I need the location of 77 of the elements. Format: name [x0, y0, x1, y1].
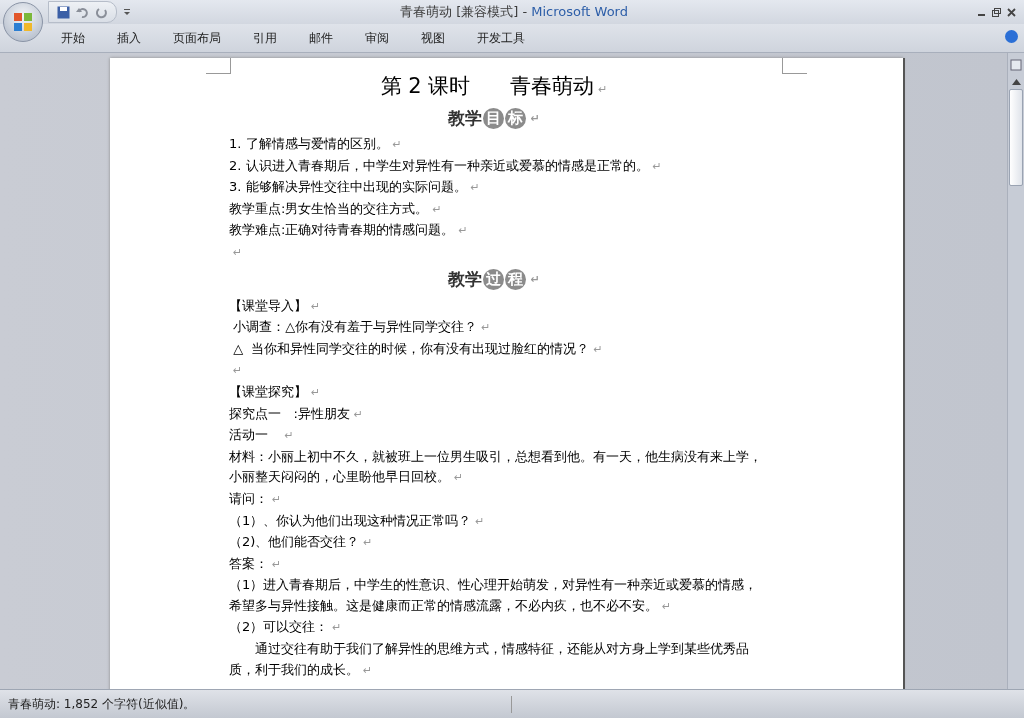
section-heading: 教学: [448, 268, 483, 292]
save-icon[interactable]: [57, 5, 70, 19]
body-text: 2. 认识进入青春期后，中学生对异性有一种亲近或爱慕的情感是正常的。: [229, 157, 649, 173]
paragraph-mark: ↵: [481, 321, 491, 335]
ribbon-tab[interactable]: 邮件: [296, 26, 346, 50]
body-text: 教学重点:男女生恰当的交往方式。: [229, 200, 429, 216]
body-text: 【课堂导入】: [229, 297, 307, 313]
document-title: 第 2 课时 青春萌动: [380, 74, 595, 98]
body-text: （1）、你认为他们出现这种情况正常吗？: [229, 512, 472, 528]
paragraph-mark: ↵: [475, 514, 485, 528]
body-text: 教学难点:正确对待青春期的情感问题。: [229, 222, 455, 238]
circled-heading-char: 标: [505, 107, 527, 129]
ribbon-tab[interactable]: 引用: [240, 26, 290, 50]
close-icon[interactable]: [1007, 7, 1016, 17]
paragraph-mark: ↵: [458, 224, 468, 238]
paragraph-mark: ↵: [233, 245, 243, 259]
section-heading: 教学: [448, 106, 483, 130]
paragraph-mark: ↵: [332, 621, 342, 635]
paragraph-mark: ↵: [652, 159, 662, 173]
paragraph-mark: ↵: [353, 407, 363, 421]
scroll-thumb[interactable]: [1009, 89, 1023, 186]
word-count: 青春萌动: 1,852 个字符(近似值)。: [0, 695, 512, 713]
paragraph-mark: ↵: [392, 138, 402, 151]
body-text: 【课堂探究】: [229, 383, 307, 399]
paragraph-mark: ↵: [363, 536, 373, 550]
body-text: 请问：: [229, 490, 268, 506]
paragraph-mark: ↵: [662, 599, 672, 613]
body-text: 1. 了解情感与爱情的区别。: [229, 136, 389, 151]
paragraph-mark: ↵: [454, 471, 464, 485]
ribbon-tab[interactable]: 插入: [104, 26, 154, 50]
circled-heading-char: 程: [505, 269, 527, 291]
paragraph-mark: ↵: [593, 342, 603, 356]
undo-icon[interactable]: [76, 5, 89, 19]
ribbon-tab[interactable]: 开始: [48, 26, 98, 50]
body-text: 通过交往有助于我们了解异性的思维方式，情感特征，还能从对方身上学到某些优秀品: [254, 641, 749, 657]
office-logo-icon: [12, 11, 34, 33]
office-button[interactable]: [3, 2, 43, 42]
ruler-toggle-icon[interactable]: [1010, 59, 1022, 71]
restore-icon[interactable]: [992, 7, 1001, 17]
paragraph-mark: ↵: [598, 83, 608, 96]
circled-heading-char: 过: [483, 269, 505, 291]
ribbon-tab[interactable]: 开发工具: [464, 26, 538, 50]
paragraph-mark: ↵: [233, 364, 243, 378]
dropdown-icon[interactable]: [123, 8, 131, 16]
vertical-scrollbar[interactable]: [1007, 53, 1024, 689]
body-text: 3. 能够解决异性交往中出现的实际问题。: [229, 179, 467, 195]
paragraph-mark: ↵: [432, 202, 442, 216]
paragraph-mark: ↵: [530, 273, 540, 287]
body-text: 探究点一 :异性朋友: [229, 405, 350, 421]
body-text: （2）可以交往：: [229, 619, 329, 635]
body-text: 活动一: [229, 427, 269, 443]
circled-heading-char: 目: [483, 107, 505, 129]
paragraph-mark: ↵: [470, 181, 480, 195]
page-corner-mark: [206, 58, 231, 74]
body-text: 希望多与异性接触。这是健康而正常的情感流露，不必内疚，也不必不安。: [229, 597, 658, 613]
paragraph-mark: ↵: [272, 492, 282, 506]
body-text: 质，利于我们的成长。: [229, 661, 359, 677]
body-text: 小调查：△你有没有羞于与异性同学交往？: [232, 319, 478, 335]
paragraph-mark: ↵: [363, 663, 373, 677]
ribbon-tab[interactable]: 页面布局: [160, 26, 234, 50]
scroll-up-icon[interactable]: [1011, 79, 1021, 85]
body-text: （2)、他们能否交往？: [229, 534, 360, 550]
body-text: 材料：小丽上初中不久，就被班上一位男生吸引，总想看到他。有一天，他生病没有来上学，: [229, 448, 762, 464]
body-text: △ 当你和异性同学交往的时候，你有没有出现过脸红的情况？: [232, 340, 590, 356]
paragraph-mark: ↵: [284, 429, 294, 443]
ribbon-tab[interactable]: 视图: [408, 26, 458, 50]
paragraph-mark: ↵: [272, 557, 282, 571]
body-text: 答案：: [229, 555, 268, 571]
body-text: （1）进入青春期后，中学生的性意识、性心理开始萌发，对异性有一种亲近或爱慕的情感，: [229, 577, 758, 593]
paragraph-mark: ↵: [311, 385, 321, 399]
paragraph-mark: ↵: [530, 111, 540, 125]
page-corner-mark: [782, 58, 807, 74]
body-text: 小丽整天闷闷的，心里盼他早日回校。: [229, 469, 450, 485]
ribbon-tab[interactable]: 审阅: [352, 26, 402, 50]
window-title: 青春萌动 [兼容模式] - Microsoft Word: [399, 3, 629, 21]
paragraph-mark: ↵: [311, 299, 321, 313]
redo-icon[interactable]: [95, 5, 108, 19]
